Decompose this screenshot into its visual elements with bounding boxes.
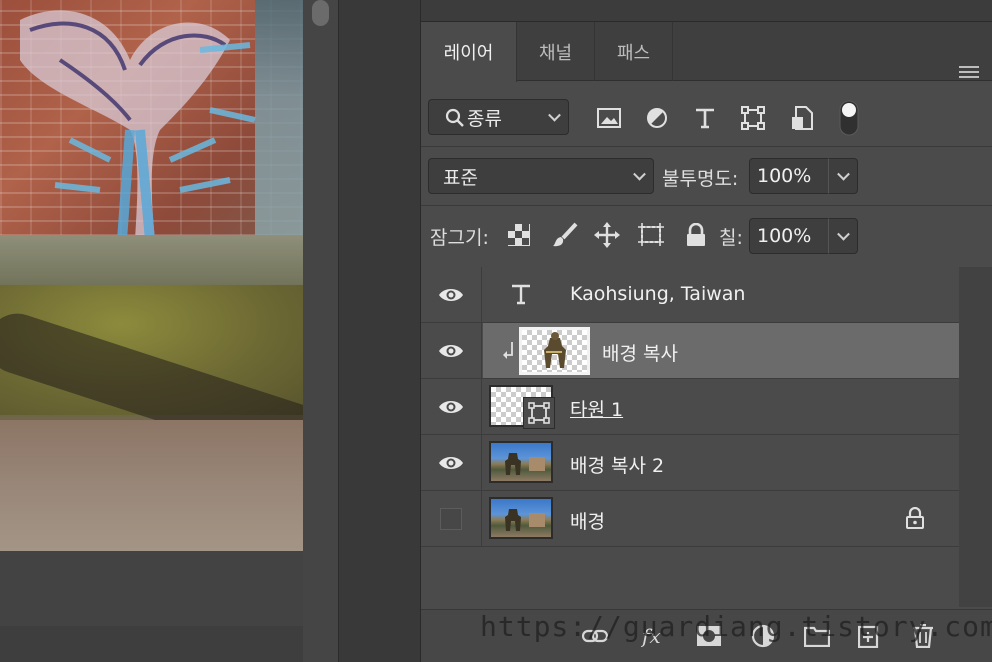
document-canvas-area[interactable] bbox=[0, 0, 338, 662]
filter-toggle-icon[interactable] bbox=[837, 100, 861, 136]
link-layers-icon[interactable] bbox=[581, 622, 609, 650]
type-filter-icon[interactable] bbox=[691, 104, 719, 132]
eye-icon bbox=[439, 288, 463, 301]
blend-row: 표준 불투명도: 100% bbox=[421, 147, 992, 205]
canvas-vertical-scrollbar[interactable] bbox=[303, 0, 338, 662]
fill-input[interactable]: 100% bbox=[749, 218, 829, 254]
layers-bottom-toolbar: fx bbox=[421, 609, 992, 662]
lock-position-icon[interactable] bbox=[593, 221, 621, 249]
panel-dock-gap bbox=[338, 0, 420, 662]
layer-thumbnail bbox=[519, 327, 590, 375]
eye-icon bbox=[439, 400, 463, 413]
svg-text:fx: fx bbox=[641, 624, 661, 648]
canvas-status-area bbox=[0, 626, 338, 662]
lock-label: 잠그기: bbox=[430, 227, 489, 249]
lock-icon bbox=[906, 507, 924, 529]
chevron-down-icon bbox=[837, 227, 850, 241]
concrete-ledge bbox=[0, 235, 303, 290]
blend-mode-dropdown[interactable]: 표준 bbox=[428, 158, 654, 194]
layer-visibility-toggle[interactable] bbox=[421, 435, 482, 490]
filter-kind-dropdown[interactable]: 종류 bbox=[428, 99, 569, 135]
clipping-mask-arrow-icon bbox=[503, 342, 513, 359]
eye-icon bbox=[439, 344, 463, 357]
visibility-off-box bbox=[440, 507, 462, 530]
layer-item-body[interactable]: Kaohsiung, Taiwan bbox=[483, 267, 959, 322]
adjustment-layer-icon[interactable] bbox=[749, 622, 777, 650]
layer-name: 배경 bbox=[570, 511, 605, 533]
layer-row[interactable]: 타원 1 bbox=[421, 379, 959, 435]
layer-visibility-toggle[interactable] bbox=[421, 379, 482, 434]
image-filter-icon[interactable] bbox=[595, 104, 623, 132]
dirt-path bbox=[0, 420, 303, 551]
shape-filter-icon[interactable] bbox=[739, 104, 767, 132]
search-icon bbox=[445, 108, 464, 127]
layer-visibility-toggle[interactable] bbox=[421, 491, 482, 546]
delete-layer-icon[interactable] bbox=[909, 622, 937, 650]
new-layer-icon[interactable] bbox=[855, 622, 883, 650]
layer-item-body[interactable]: 타원 1 bbox=[483, 379, 959, 434]
layer-name: Kaohsiung, Taiwan bbox=[570, 283, 746, 305]
layer-visibility-toggle[interactable] bbox=[421, 267, 482, 322]
lock-transparent-pixels-icon[interactable] bbox=[505, 221, 533, 249]
shape-icon bbox=[528, 402, 550, 424]
add-mask-icon[interactable] bbox=[695, 622, 723, 650]
adjustment-filter-icon[interactable] bbox=[643, 104, 671, 132]
opacity-input[interactable]: 100% bbox=[749, 158, 829, 194]
tab-channels[interactable]: 채널 bbox=[517, 22, 595, 81]
lock-artboard-icon[interactable] bbox=[637, 221, 665, 249]
layers-scrollbar[interactable] bbox=[959, 267, 992, 607]
layer-item-body[interactable]: 배경 bbox=[483, 491, 959, 546]
layer-thumbnail bbox=[489, 441, 553, 483]
panel-tabs: 레이어 채널 패스 bbox=[421, 22, 992, 82]
layer-style-fx-icon[interactable]: fx bbox=[641, 622, 669, 650]
layer-row[interactable]: 배경 bbox=[421, 491, 959, 547]
lock-image-pixels-icon[interactable] bbox=[551, 221, 579, 249]
layers-panel: 레이어 채널 패스 종류 표준 불투명도: 100% 잠그기: 칠: 100% … bbox=[420, 0, 992, 662]
canvas-image[interactable] bbox=[0, 0, 303, 551]
graffiti-artwork bbox=[20, 10, 256, 241]
layer-name: 배경 복사 bbox=[602, 343, 678, 365]
blend-mode-value: 표준 bbox=[443, 166, 478, 189]
text-layer-icon bbox=[512, 284, 530, 305]
lock-row: 잠그기: 칠: 100% bbox=[421, 206, 992, 266]
chevron-down-icon bbox=[837, 167, 850, 181]
layer-item-body[interactable]: 배경 복사 2 bbox=[483, 435, 959, 490]
layer-name: 타원 1 bbox=[570, 399, 624, 421]
canvas-pasteboard bbox=[0, 551, 303, 626]
filter-kind-label: 종류 bbox=[467, 107, 502, 130]
layer-row[interactable]: 배경 복사 2 bbox=[421, 435, 959, 491]
tab-layers[interactable]: 레이어 bbox=[421, 22, 517, 82]
tab-paths[interactable]: 패스 bbox=[595, 22, 673, 81]
panel-menu-icon[interactable] bbox=[959, 66, 979, 80]
layer-visibility-toggle[interactable] bbox=[421, 323, 482, 378]
opacity-slider-button[interactable] bbox=[828, 158, 858, 194]
smart-object-filter-icon[interactable] bbox=[788, 104, 816, 132]
fill-label: 칠: bbox=[719, 227, 743, 249]
layer-item-body[interactable]: 배경 복사 bbox=[483, 323, 959, 378]
chevron-down-icon bbox=[548, 108, 561, 122]
new-group-icon[interactable] bbox=[803, 622, 831, 650]
layer-row-selected[interactable]: 배경 복사 bbox=[421, 323, 959, 379]
scrollbar-thumb[interactable] bbox=[312, 0, 329, 26]
chevron-down-icon bbox=[633, 167, 646, 181]
shape-layer-badge bbox=[523, 397, 555, 429]
layer-thumbnail bbox=[489, 497, 553, 539]
eye-icon bbox=[439, 456, 463, 469]
panel-header-bar[interactable] bbox=[421, 0, 992, 22]
layer-filter-row: 종류 bbox=[421, 82, 992, 146]
fill-slider-button[interactable] bbox=[828, 218, 858, 254]
lock-all-icon[interactable] bbox=[682, 221, 710, 249]
opacity-label: 불투명도: bbox=[662, 168, 739, 190]
layers-empty-area[interactable] bbox=[421, 547, 959, 609]
layer-name: 배경 복사 2 bbox=[570, 455, 665, 477]
layer-row[interactable]: Kaohsiung, Taiwan bbox=[421, 267, 959, 323]
